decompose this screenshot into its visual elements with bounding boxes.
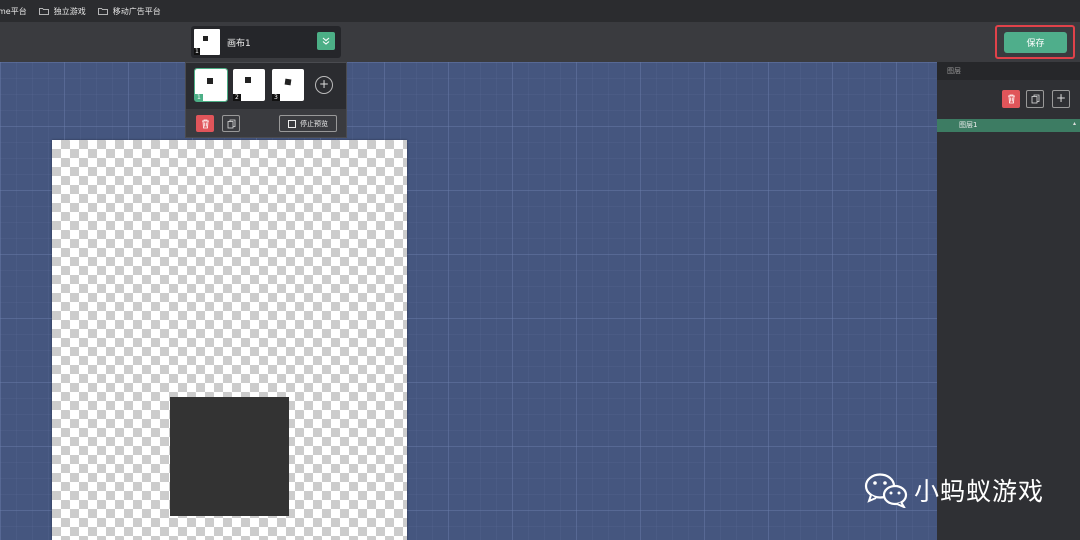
watermark: 小蚂蚁游戏 [864, 472, 1044, 508]
bookmark-item[interactable]: 独立游戏 [38, 6, 86, 17]
watermark-text: 小蚂蚁游戏 [914, 477, 1045, 506]
frame-shape [284, 78, 292, 86]
canvas-selector[interactable]: 1 画布1 [191, 26, 341, 58]
canvas-name: 画布1 [227, 39, 251, 49]
save-highlight: 保存 [995, 25, 1075, 59]
add-layer-button[interactable]: + [1052, 90, 1070, 108]
bookmark-label: 移动广告平台 [112, 6, 161, 16]
frame-number: 2 [233, 94, 241, 101]
trash-icon [201, 119, 209, 128]
copy-layer-button[interactable] [1026, 90, 1044, 108]
folder-icon [38, 8, 49, 15]
layers-panel: 图层 + 图层1 ▴ [937, 62, 1080, 540]
bookmarks-bar: me平台 独立游戏 移动广告平台 [0, 0, 1080, 23]
bookmark-item[interactable]: me平台 [0, 6, 27, 17]
frame-thumbnail[interactable]: 2 [233, 69, 265, 101]
layer-label: 图层1 [959, 121, 978, 129]
canvas-shape-square[interactable] [170, 397, 289, 516]
frame-shape [245, 77, 251, 83]
thumbnail-shape [203, 36, 208, 41]
checkbox-icon [288, 119, 296, 128]
stop-preview-button[interactable]: 停止预览 [279, 115, 337, 132]
stop-preview-label: 停止预览 [300, 119, 328, 128]
trash-icon [1007, 94, 1015, 104]
delete-frame-button[interactable] [196, 115, 214, 132]
bookmark-item[interactable]: 移动广告平台 [97, 6, 161, 17]
save-button[interactable]: 保存 [1004, 32, 1067, 53]
copy-icon [1031, 94, 1039, 104]
caret-up-icon: ▴ [1072, 120, 1076, 127]
folder-icon [97, 8, 108, 15]
frames-actions-bar: 停止预览 [186, 109, 346, 137]
expand-frames-button[interactable] [317, 32, 335, 50]
bookmark-label: 独立游戏 [53, 6, 86, 16]
frame-shape [207, 78, 213, 84]
delete-layer-button[interactable] [1002, 90, 1020, 108]
frame-thumbnail[interactable]: 3 [272, 69, 304, 101]
layers-header: 图层 [937, 62, 1080, 80]
add-frame-button[interactable]: + [315, 76, 333, 94]
frames-panel: 1 2 3 + 停止预览 [185, 62, 347, 138]
frame-number: 3 [272, 94, 280, 101]
copy-frame-button[interactable] [222, 115, 240, 132]
canvas-number: 1 [194, 48, 200, 55]
frame-thumbnail[interactable]: 1 [194, 68, 228, 102]
frame-number: 1 [195, 94, 203, 101]
chevron-double-down-icon [322, 37, 330, 45]
copy-icon [227, 119, 235, 128]
wechat-icon [864, 473, 908, 508]
bookmark-label: me平台 [0, 6, 27, 16]
layer-item[interactable]: 图层1 ▴ [937, 119, 1080, 132]
top-toolbar: 1 画布1 保存 [0, 22, 1080, 62]
canvas-thumbnail: 1 [194, 29, 220, 55]
